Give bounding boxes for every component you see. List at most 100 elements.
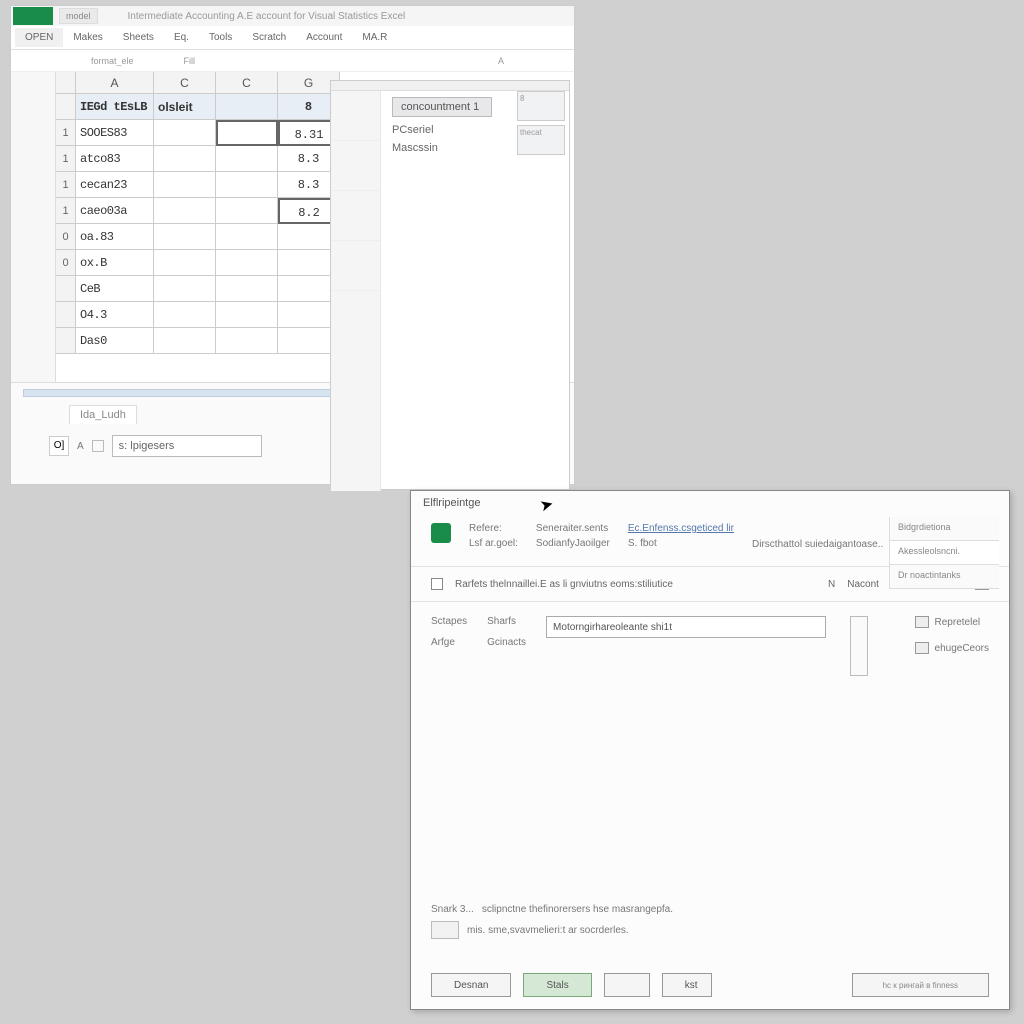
row-header[interactable]: 1 — [56, 146, 76, 172]
cell[interactable]: oa.83 — [76, 224, 154, 250]
cell[interactable]: Das0 — [76, 328, 154, 354]
row-header[interactable]: 0 — [56, 224, 76, 250]
cell[interactable]: ox.B — [76, 250, 154, 276]
side-label: Repretelel — [935, 617, 981, 628]
cell[interactable] — [216, 250, 278, 276]
row-header[interactable]: 1 — [56, 198, 76, 224]
right-tab-selected[interactable]: Akessleolsncni. — [889, 541, 999, 565]
header-link[interactable]: Ec.Enfenss.csgeticed lir — [628, 523, 734, 534]
ribbon-tab-mar[interactable]: MA.R — [352, 28, 397, 47]
sheet-tab[interactable]: Ida_Ludh — [69, 405, 137, 424]
list-icon[interactable] — [915, 642, 929, 654]
row-header[interactable] — [56, 276, 76, 302]
cell[interactable] — [154, 328, 216, 354]
row-header[interactable]: 1 — [56, 120, 76, 146]
row-header[interactable] — [56, 328, 76, 354]
thumbnail[interactable]: thecat — [517, 125, 565, 155]
col-header-a[interactable]: A — [76, 72, 154, 94]
cell[interactable]: O4.3 — [76, 302, 154, 328]
toolbar-col: A — [498, 56, 504, 66]
header-label: Dirscthattol suiedaigantoase.. — [752, 539, 883, 550]
cell[interactable] — [154, 198, 216, 224]
cell[interactable]: atco83 — [76, 146, 154, 172]
ribbon-tab-eq[interactable]: Eq. — [164, 28, 199, 47]
col-header-c[interactable]: C — [216, 72, 278, 94]
cancel-button[interactable]: Desnan — [431, 973, 511, 997]
toolbar-fill[interactable]: Fill — [184, 56, 196, 66]
cell[interactable] — [154, 302, 216, 328]
cell[interactable]: olsleit — [154, 94, 216, 120]
row-header[interactable] — [56, 302, 76, 328]
dialog-header: Refere: Lsf ar.goel: Seneraiter.sents So… — [411, 517, 1009, 567]
header-label: SodianfyJaoilger — [536, 538, 610, 549]
footer-text: sclipnctne thefinorersers hse masrangepf… — [482, 904, 673, 915]
cell[interactable]: caeo03a — [76, 198, 154, 224]
formula-input[interactable] — [112, 435, 262, 457]
thumbnail[interactable]: 8 — [517, 91, 565, 121]
window-title: Intermediate Accounting A.E account for … — [128, 11, 406, 22]
fx-icon[interactable] — [92, 440, 104, 452]
prop-label: Sctapes — [431, 616, 467, 627]
field-selector[interactable]: concountment 1 — [392, 97, 492, 117]
property-input[interactable] — [546, 616, 826, 638]
cell[interactable]: CeB — [76, 276, 154, 302]
ribbon-tab-makes[interactable]: Makes — [63, 28, 112, 47]
cell[interactable]: IEGd tEsLB — [76, 94, 154, 120]
footer-icon[interactable] — [431, 921, 459, 939]
cell[interactable] — [216, 276, 278, 302]
aux-button-2[interactable]: kst — [662, 973, 712, 997]
cell[interactable] — [216, 328, 278, 354]
aux-button[interactable] — [604, 973, 650, 997]
cell[interactable] — [216, 146, 278, 172]
settings-dialog: Elflripeintge Refere: Lsf ar.goel: Sener… — [410, 490, 1010, 1010]
side-panel: concountment 1 PCseriel Mascssin 8 theca… — [330, 80, 570, 490]
name-box[interactable]: O] — [49, 436, 69, 456]
dialog-icon — [431, 523, 451, 543]
select-all[interactable] — [56, 72, 76, 94]
list-icon[interactable] — [915, 616, 929, 628]
opt-n: N — [828, 579, 835, 590]
cell[interactable] — [216, 224, 278, 250]
row-gutter — [11, 72, 56, 382]
ribbon-tab-open[interactable]: OPEN — [15, 28, 63, 47]
cell[interactable] — [216, 172, 278, 198]
col-header-b[interactable]: C — [154, 72, 216, 94]
ribbon-tab-tools[interactable]: Tools — [199, 28, 242, 47]
ok-button[interactable]: Stals — [523, 973, 591, 997]
cell[interactable] — [216, 198, 278, 224]
header-spacer — [752, 523, 883, 535]
header-label: S. fbot — [628, 538, 734, 549]
right-tab[interactable]: Bidgrdietiona — [889, 517, 999, 541]
cell[interactable] — [154, 250, 216, 276]
dialog-body: Sctapes Arfge Sharfs Gcinacts Repretelel… — [411, 602, 1009, 690]
dialog-title: Elflripeintge — [411, 491, 1009, 517]
cell[interactable] — [154, 120, 216, 146]
cell[interactable] — [216, 302, 278, 328]
cell[interactable] — [216, 94, 278, 120]
help-button[interactable]: hс к рингай в finness — [852, 973, 989, 997]
app-icon — [13, 7, 53, 25]
cell[interactable] — [154, 224, 216, 250]
checkbox[interactable] — [431, 578, 443, 590]
ribbon-tab-account[interactable]: Account — [296, 28, 352, 47]
row-header[interactable]: 1 — [56, 172, 76, 198]
cell[interactable]: cecan23 — [76, 172, 154, 198]
right-tab[interactable]: Dr noactintanks — [889, 565, 999, 589]
cell[interactable] — [154, 172, 216, 198]
prop-label: Arfge — [431, 637, 467, 648]
toolbar-format[interactable]: format_ele — [91, 56, 134, 66]
stepper[interactable] — [850, 616, 868, 676]
prop-label: Sharfs — [487, 616, 526, 627]
ribbon-tab-scratch[interactable]: Scratch — [242, 28, 296, 47]
cell[interactable]: SOOES83 — [76, 120, 154, 146]
thumbnail-strip: 8 thecat — [517, 91, 565, 159]
dialog-footer-text: Snark 3... sclipnctne thefinorersers hse… — [431, 904, 673, 945]
row-header[interactable] — [56, 94, 76, 120]
header-label: Lsf ar.goel: — [469, 538, 518, 549]
titlebar: model Intermediate Accounting A.E accoun… — [11, 6, 574, 26]
row-header[interactable]: 0 — [56, 250, 76, 276]
cell[interactable] — [154, 146, 216, 172]
cell[interactable] — [216, 120, 278, 146]
cell[interactable] — [154, 276, 216, 302]
ribbon-tab-sheets[interactable]: Sheets — [113, 28, 164, 47]
